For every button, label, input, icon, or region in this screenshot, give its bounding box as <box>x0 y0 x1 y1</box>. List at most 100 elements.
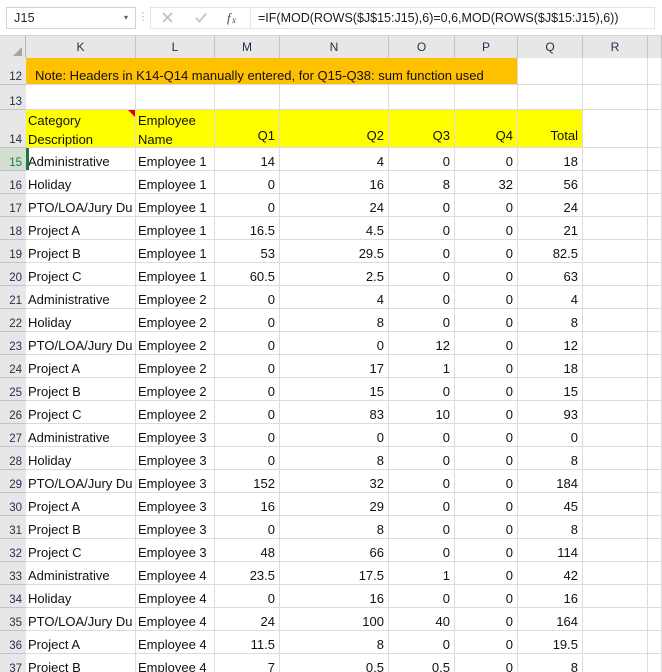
q4-cell[interactable]: 0 <box>455 585 518 608</box>
q2-cell[interactable]: 32 <box>280 470 389 493</box>
q2-cell[interactable]: 0 <box>280 424 389 447</box>
q4-cell[interactable]: 0 <box>455 516 518 539</box>
employee-cell[interactable]: Employee 1 <box>136 171 215 194</box>
q2-cell[interactable]: 8 <box>280 447 389 470</box>
q2-cell[interactable]: 83 <box>280 401 389 424</box>
total-cell[interactable]: 16 <box>518 585 583 608</box>
q4-cell[interactable]: 0 <box>455 240 518 263</box>
category-cell[interactable]: Holiday <box>26 585 136 608</box>
empty-cell[interactable] <box>583 263 648 286</box>
row-header-31[interactable]: 31 <box>0 516 26 539</box>
row-header-18[interactable]: 18 <box>0 217 26 240</box>
q1-cell[interactable]: 0 <box>215 355 280 378</box>
q4-cell[interactable]: 0 <box>455 562 518 585</box>
header-cell-N[interactable]: Q2 <box>280 110 389 148</box>
total-cell[interactable]: 114 <box>518 539 583 562</box>
q1-cell[interactable]: 23.5 <box>215 562 280 585</box>
q1-cell[interactable]: 48 <box>215 539 280 562</box>
q1-cell[interactable]: 16 <box>215 493 280 516</box>
category-cell[interactable]: PTO/LOA/Jury Du <box>26 332 136 355</box>
empty-cell[interactable] <box>583 470 648 493</box>
empty-cell[interactable] <box>648 516 662 539</box>
empty-cell[interactable] <box>583 148 648 171</box>
total-cell[interactable]: 12 <box>518 332 583 355</box>
q4-cell[interactable]: 0 <box>455 447 518 470</box>
category-cell[interactable]: Project C <box>26 539 136 562</box>
q2-cell[interactable]: 4 <box>280 148 389 171</box>
q4-cell[interactable]: 0 <box>455 493 518 516</box>
select-all-corner[interactable] <box>0 36 26 58</box>
q1-cell[interactable]: 0 <box>215 378 280 401</box>
column-header-M[interactable]: M <box>215 36 280 58</box>
empty-cell[interactable] <box>583 58 648 85</box>
header-cell-O[interactable]: Q3 <box>389 110 455 148</box>
empty-cell[interactable] <box>583 286 648 309</box>
header-cell-Q[interactable]: Total <box>518 110 583 148</box>
empty-cell[interactable] <box>648 217 662 240</box>
empty-cell[interactable] <box>648 171 662 194</box>
row-header-29[interactable]: 29 <box>0 470 26 493</box>
empty-cell[interactable] <box>583 585 648 608</box>
category-cell[interactable]: Project B <box>26 240 136 263</box>
employee-cell[interactable]: Employee 2 <box>136 286 215 309</box>
row-header-19[interactable]: 19 <box>0 240 26 263</box>
empty-cell[interactable] <box>648 240 662 263</box>
empty-cell[interactable] <box>648 493 662 516</box>
row-header-17[interactable]: 17 <box>0 194 26 217</box>
q3-cell[interactable]: 8 <box>389 171 455 194</box>
empty-cell[interactable] <box>648 631 662 654</box>
q3-cell[interactable]: 0 <box>389 286 455 309</box>
empty-cell[interactable] <box>648 85 662 110</box>
employee-cell[interactable]: Employee 1 <box>136 194 215 217</box>
employee-cell[interactable]: Employee 3 <box>136 470 215 493</box>
employee-cell[interactable]: Employee 2 <box>136 355 215 378</box>
q1-cell[interactable]: 0 <box>215 194 280 217</box>
empty-cell[interactable] <box>583 171 648 194</box>
q3-cell[interactable]: 0 <box>389 631 455 654</box>
q3-cell[interactable]: 12 <box>389 332 455 355</box>
q3-cell[interactable]: 0 <box>389 194 455 217</box>
q4-cell[interactable]: 0 <box>455 470 518 493</box>
q3-cell[interactable]: 0 <box>389 424 455 447</box>
empty-cell[interactable] <box>583 401 648 424</box>
empty-cell[interactable] <box>583 608 648 631</box>
q1-cell[interactable]: 0 <box>215 171 280 194</box>
category-cell[interactable]: PTO/LOA/Jury Du <box>26 470 136 493</box>
empty-cell[interactable] <box>26 85 136 110</box>
total-cell[interactable]: 82.5 <box>518 240 583 263</box>
row-header-25[interactable]: 25 <box>0 378 26 401</box>
column-header-L[interactable]: L <box>136 36 215 58</box>
empty-cell[interactable] <box>389 85 455 110</box>
employee-cell[interactable]: Employee 1 <box>136 263 215 286</box>
q2-cell[interactable]: 8 <box>280 516 389 539</box>
q1-cell[interactable]: 0 <box>215 585 280 608</box>
column-header-O[interactable]: O <box>389 36 455 58</box>
empty-cell[interactable] <box>583 85 648 110</box>
fx-icon[interactable]: f x <box>217 8 250 28</box>
q3-cell[interactable]: 10 <box>389 401 455 424</box>
total-cell[interactable]: 8 <box>518 309 583 332</box>
row-header-35[interactable]: 35 <box>0 608 26 631</box>
empty-cell[interactable] <box>648 470 662 493</box>
row-header-21[interactable]: 21 <box>0 286 26 309</box>
q2-cell[interactable]: 16 <box>280 585 389 608</box>
q4-cell[interactable]: 0 <box>455 539 518 562</box>
q3-cell[interactable]: 0 <box>389 148 455 171</box>
column-header-K[interactable]: K <box>26 36 136 58</box>
close-icon[interactable] <box>151 8 184 28</box>
empty-cell[interactable] <box>518 58 583 85</box>
employee-cell[interactable]: Employee 3 <box>136 493 215 516</box>
empty-cell[interactable] <box>215 85 280 110</box>
category-cell[interactable]: PTO/LOA/Jury Du <box>26 194 136 217</box>
empty-cell[interactable] <box>583 562 648 585</box>
total-cell[interactable]: 8 <box>518 516 583 539</box>
q2-cell[interactable]: 17.5 <box>280 562 389 585</box>
employee-cell[interactable]: Employee 4 <box>136 608 215 631</box>
total-cell[interactable]: 8 <box>518 447 583 470</box>
employee-cell[interactable]: Employee 4 <box>136 585 215 608</box>
empty-cell[interactable] <box>648 58 662 85</box>
empty-cell[interactable] <box>648 263 662 286</box>
employee-cell[interactable]: Employee 3 <box>136 516 215 539</box>
empty-cell[interactable] <box>648 378 662 401</box>
employee-cell[interactable]: Employee 3 <box>136 539 215 562</box>
